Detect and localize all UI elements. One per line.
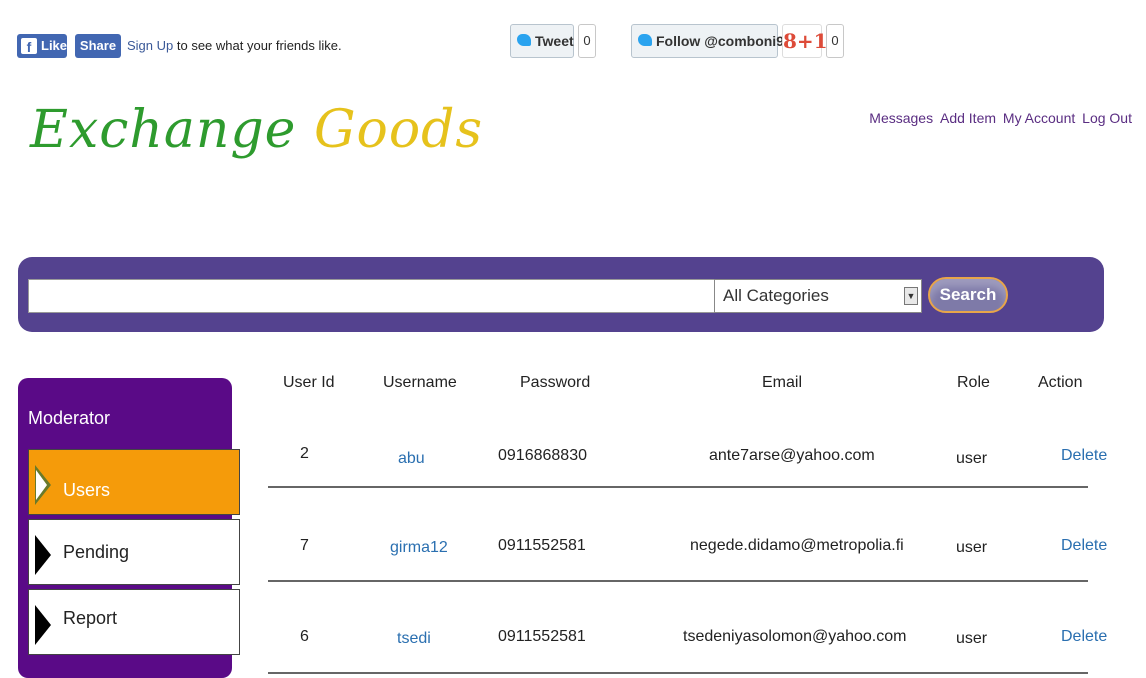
- delete-user-link[interactable]: Delete: [1061, 537, 1107, 555]
- search-bar: All Categories ▼ Search: [18, 257, 1104, 332]
- tweet-count: 0: [578, 24, 596, 58]
- nav-log-out-link[interactable]: Log Out: [1082, 110, 1132, 126]
- facebook-icon: f: [21, 38, 37, 55]
- tweet-button[interactable]: Tweet: [510, 24, 574, 58]
- cell-role: user: [956, 539, 988, 556]
- column-header-action: Action: [1038, 374, 1083, 391]
- cell-role: user: [956, 630, 988, 647]
- site-logo[interactable]: Exchange Goods: [30, 100, 483, 160]
- cell-email: tsedeniyasolomon@yahoo.com: [683, 628, 907, 645]
- sidebar-item-label: Users: [63, 480, 111, 500]
- search-button[interactable]: Search: [928, 277, 1008, 313]
- search-input[interactable]: [28, 279, 720, 313]
- cell-user-id: 7: [300, 537, 309, 554]
- logo-word-goods: Goods: [313, 100, 484, 160]
- moderator-sidebar: Moderator Users Pending Report: [18, 378, 240, 678]
- facebook-signup-text: Sign Up to see what your friends like.: [127, 38, 342, 53]
- facebook-signup-link[interactable]: Sign Up: [127, 38, 173, 53]
- arrow-right-icon: [35, 465, 51, 505]
- cell-email: negede.didamo@metropolia.fi: [690, 537, 904, 554]
- chevron-down-icon[interactable]: ▼: [904, 287, 918, 305]
- sidebar-item-users[interactable]: Users: [28, 449, 240, 515]
- top-nav: Messages Add Item My Account Log Out: [866, 110, 1132, 126]
- column-header-password: Password: [520, 374, 591, 391]
- facebook-like-button[interactable]: f Like: [17, 34, 67, 58]
- column-header-user-id: User Id: [283, 374, 335, 391]
- row-divider: [268, 486, 1088, 488]
- row-divider: [268, 580, 1088, 582]
- category-select[interactable]: All Categories ▼: [714, 279, 922, 313]
- cell-username-link[interactable]: tsedi: [397, 630, 431, 648]
- column-header-username: Username: [383, 374, 457, 391]
- sidebar-item-label: Report: [63, 608, 118, 628]
- cell-password: 0916868830: [498, 447, 587, 464]
- nav-add-item-link[interactable]: Add Item: [940, 110, 996, 126]
- delete-user-link[interactable]: Delete: [1061, 628, 1107, 646]
- cell-username-link[interactable]: abu: [398, 450, 425, 468]
- row-divider: [268, 672, 1088, 674]
- cell-username-link[interactable]: girma12: [390, 539, 448, 557]
- logo-word-exchange: Exchange: [30, 100, 297, 160]
- column-header-email: Email: [762, 374, 803, 391]
- cell-role: user: [956, 450, 988, 467]
- twitter-bird-icon: [638, 34, 652, 46]
- cell-user-id: 6: [300, 628, 309, 645]
- category-select-value: All Categories: [723, 286, 829, 305]
- cell-user-id: 2: [300, 445, 309, 462]
- twitter-bird-icon: [517, 34, 531, 46]
- facebook-signup-suffix: to see what your friends like.: [173, 38, 342, 53]
- nav-messages-link[interactable]: Messages: [869, 110, 933, 126]
- facebook-share-button[interactable]: Share: [75, 34, 121, 58]
- sidebar-item-pending[interactable]: Pending: [28, 519, 240, 585]
- arrow-right-icon: [35, 535, 51, 575]
- google-plus-one-button[interactable]: 8+1: [782, 24, 828, 58]
- cell-email: ante7arse@yahoo.com: [709, 447, 875, 464]
- sidebar-item-label: Pending: [63, 542, 130, 562]
- delete-user-link[interactable]: Delete: [1061, 447, 1107, 465]
- cell-password: 0911552581: [498, 628, 586, 645]
- nav-my-account-link[interactable]: My Account: [1003, 110, 1075, 126]
- arrow-right-icon: [35, 605, 51, 645]
- tweet-label: Tweet: [535, 33, 574, 49]
- cell-password: 0911552581: [498, 537, 586, 554]
- google-plus-count: 0: [826, 24, 844, 58]
- sidebar-title: Moderator: [28, 408, 111, 428]
- column-header-role: Role: [957, 374, 990, 391]
- twitter-follow-button[interactable]: Follow @comboni99: [631, 24, 792, 58]
- facebook-like-label: Like: [41, 38, 68, 53]
- twitter-follow-label: Follow @comboni99: [656, 33, 792, 49]
- sidebar-item-report[interactable]: Report: [28, 589, 240, 655]
